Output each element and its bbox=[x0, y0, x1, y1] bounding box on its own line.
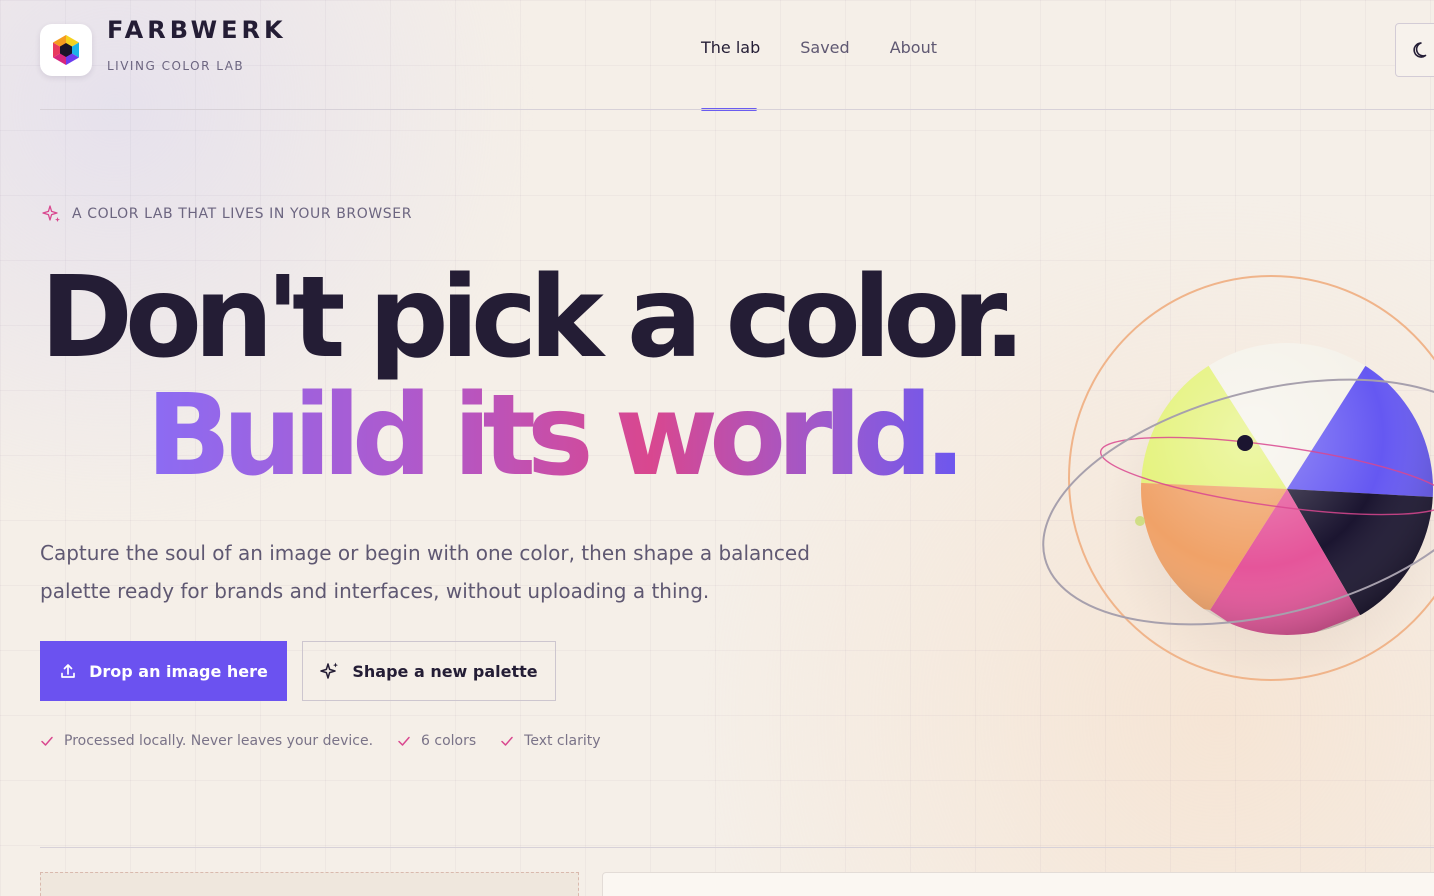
orbit-dot-lime bbox=[1135, 516, 1145, 526]
orbit-dot-dark bbox=[1237, 435, 1253, 451]
feature-check-item: Text clarity bbox=[500, 733, 601, 749]
nav-item-about[interactable]: About bbox=[890, 38, 937, 60]
moon-icon bbox=[1413, 42, 1427, 58]
header-divider bbox=[40, 109, 1434, 110]
section-divider bbox=[40, 847, 1434, 848]
main-nav: The lab Saved About bbox=[701, 38, 937, 60]
sparkle-icon bbox=[42, 205, 60, 222]
drop-image-button[interactable]: Drop an image here bbox=[40, 641, 287, 701]
shape-palette-button[interactable]: Shape a new palette bbox=[302, 641, 556, 701]
check-icon bbox=[501, 736, 513, 746]
sparkle-icon bbox=[320, 662, 339, 679]
brand-tagline: LIVING COLOR LAB bbox=[107, 59, 245, 73]
palette-panel-card bbox=[602, 872, 1434, 896]
hexagon-cube-logo-icon bbox=[53, 35, 79, 65]
hero-description: Capture the soul of an image or begin wi… bbox=[40, 541, 810, 603]
feature-checks: Processed locally. Never leaves your dev… bbox=[40, 733, 601, 749]
headline-line-2: Build its world. bbox=[146, 371, 966, 501]
color-sphere-illustration bbox=[1030, 270, 1434, 690]
feature-check-item: Processed locally. Never leaves your dev… bbox=[40, 733, 373, 749]
image-dropzone-card[interactable] bbox=[40, 872, 579, 896]
feature-check-label: Processed locally. Never leaves your dev… bbox=[64, 733, 374, 749]
check-icon bbox=[398, 736, 410, 746]
headline-line-1: Don't pick a color. bbox=[40, 253, 1026, 383]
feature-check-label: 6 colors bbox=[421, 733, 477, 749]
feature-check-item: 6 colors bbox=[397, 733, 476, 749]
shape-palette-label: Shape a new palette bbox=[352, 661, 538, 681]
site-header: FARBWERK LIVING COLOR LAB The lab Saved … bbox=[0, 0, 1434, 111]
nav-item-saved[interactable]: Saved bbox=[800, 38, 849, 60]
check-icon bbox=[41, 736, 53, 746]
feature-check-label: Text clarity bbox=[524, 733, 601, 749]
upload-icon bbox=[61, 664, 75, 678]
brand-name: FARBWERK bbox=[107, 16, 287, 44]
nav-item-the-lab[interactable]: The lab bbox=[701, 38, 760, 60]
hero-eyebrow: A COLOR LAB THAT LIVES IN YOUR BROWSER bbox=[42, 204, 412, 224]
brand-logo[interactable] bbox=[40, 24, 92, 76]
theme-toggle-button[interactable] bbox=[1395, 23, 1434, 77]
drop-image-label: Drop an image here bbox=[89, 661, 268, 681]
eyebrow-text: A COLOR LAB THAT LIVES IN YOUR BROWSER bbox=[72, 206, 413, 222]
